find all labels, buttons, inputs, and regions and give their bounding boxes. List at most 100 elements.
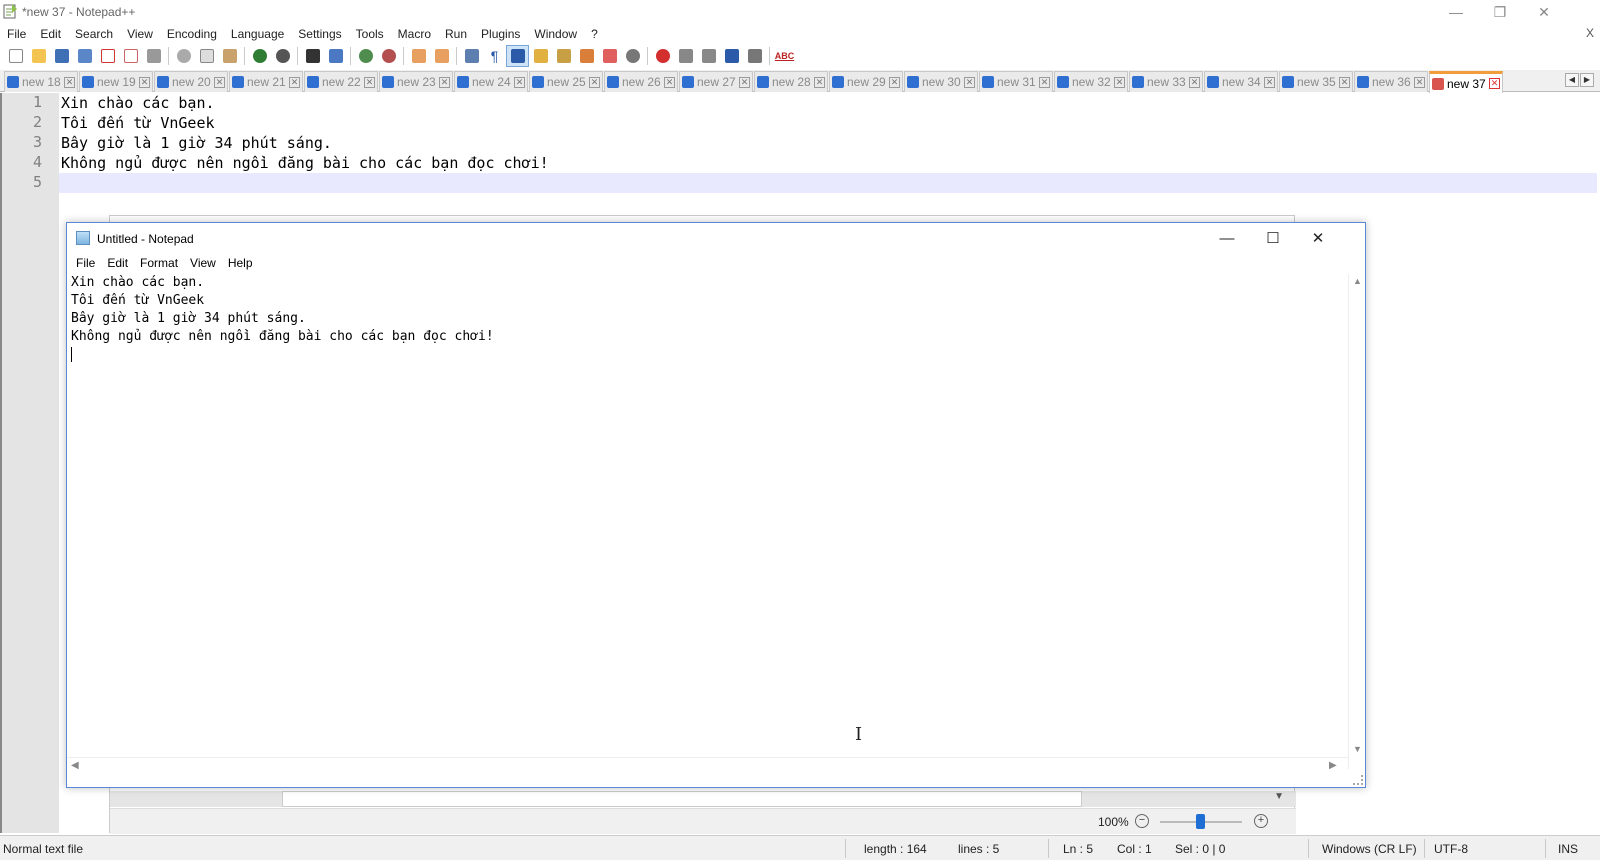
monitoring-button[interactable] [598, 45, 621, 67]
copy-button[interactable] [195, 45, 218, 67]
tab-close-icon[interactable]: ✕ [64, 76, 75, 88]
save-all-button[interactable] [73, 45, 96, 67]
macro-run-multiple-button[interactable] [720, 45, 743, 67]
sync-horizontal-button[interactable] [430, 45, 453, 67]
tab-scroll-right-button[interactable]: ▶ [1580, 73, 1594, 87]
tab-new-21[interactable]: new 21 ✕ [229, 71, 303, 92]
tab-close-icon[interactable]: ✕ [214, 76, 225, 88]
resize-grip[interactable] [1353, 775, 1363, 785]
macro-stop-button[interactable] [674, 45, 697, 67]
notepad-menu-edit[interactable]: Edit [101, 256, 134, 270]
encoding[interactable]: UTF-8 [1434, 842, 1468, 856]
tab-new-27[interactable]: new 27 ✕ [679, 71, 753, 92]
notepad-menu-help[interactable]: Help [222, 256, 259, 270]
notepad-menu-format[interactable]: Format [134, 256, 184, 270]
tab-close-icon[interactable]: ✕ [289, 76, 300, 88]
zoom-out-icon[interactable]: − [1135, 814, 1149, 828]
insert-mode[interactable]: INS [1558, 842, 1578, 856]
tab-new-37[interactable]: new 37 ✕ [1429, 71, 1503, 93]
tab-close-icon[interactable]: ✕ [964, 76, 975, 88]
zoom-slider-thumb[interactable] [1196, 814, 1205, 829]
tab-close-icon[interactable]: ✕ [1114, 76, 1125, 88]
tab-close-icon[interactable]: ✕ [739, 76, 750, 88]
tab-close-icon[interactable]: ✕ [1414, 76, 1425, 88]
redo-button[interactable] [271, 45, 294, 67]
tab-new-28[interactable]: new 28 ✕ [754, 71, 828, 92]
menu-tools[interactable]: Tools [349, 24, 391, 44]
tab-new-33[interactable]: new 33 ✕ [1129, 71, 1203, 92]
tab-close-icon[interactable]: ✕ [1039, 76, 1050, 88]
notepad-menu-view[interactable]: View [184, 256, 222, 270]
tab-close-icon[interactable]: ✕ [1189, 76, 1200, 88]
menu-run[interactable]: Run [438, 24, 474, 44]
find-button[interactable] [301, 45, 324, 67]
tab-close-icon[interactable]: ✕ [589, 76, 600, 88]
tab-new-31[interactable]: new 31 ✕ [979, 71, 1053, 92]
tab-new-29[interactable]: new 29 ✕ [829, 71, 903, 92]
tab-close-icon[interactable]: ✕ [889, 76, 900, 88]
menu-help[interactable]: ? [584, 24, 605, 44]
tab-close-icon[interactable]: ✕ [364, 76, 375, 88]
menu-macro[interactable]: Macro [391, 24, 438, 44]
tab-close-icon[interactable]: ✕ [1339, 76, 1350, 88]
notepad-minimize-button[interactable]: — [1204, 223, 1250, 253]
document-close-button[interactable]: X [1586, 26, 1594, 40]
scroll-thumb[interactable] [282, 791, 1082, 807]
menu-plugins[interactable]: Plugins [474, 24, 527, 44]
zoom-in-icon[interactable]: + [1254, 814, 1268, 828]
macro-record-button[interactable] [651, 45, 674, 67]
zoom-out-button[interactable] [377, 45, 400, 67]
macro-play-button[interactable] [697, 45, 720, 67]
spell-check-button[interactable]: ABC [773, 45, 796, 67]
tab-close-icon[interactable]: ✕ [439, 76, 450, 88]
notepad-menu-file[interactable]: File [70, 256, 101, 270]
menu-file[interactable]: File [0, 24, 33, 44]
record-eye-button[interactable] [621, 45, 644, 67]
close-all-button[interactable] [119, 45, 142, 67]
tab-close-icon[interactable]: ✕ [514, 76, 525, 88]
print-button[interactable] [142, 45, 165, 67]
restore-button[interactable]: ❐ [1478, 0, 1522, 24]
folder-workspace-button[interactable] [575, 45, 598, 67]
tab-new-26[interactable]: new 26 ✕ [604, 71, 678, 92]
scroll-up-icon[interactable]: ▲ [1353, 276, 1362, 286]
tab-new-20[interactable]: new 20 ✕ [154, 71, 228, 92]
tab-scroll-left-button[interactable]: ◀ [1565, 73, 1579, 87]
scroll-left-icon[interactable]: ◀ [71, 760, 79, 771]
notepad-close-button[interactable]: ✕ [1295, 223, 1341, 253]
tab-new-35[interactable]: new 35 ✕ [1279, 71, 1353, 92]
minimize-button[interactable]: — [1434, 0, 1478, 24]
save-button[interactable] [50, 45, 73, 67]
scroll-right-icon[interactable]: ▶ [1329, 760, 1337, 771]
notepad-vscrollbar[interactable]: ▲ ▼ [1348, 274, 1365, 769]
indent-guide-button[interactable] [506, 45, 529, 67]
zoom-in-button[interactable] [354, 45, 377, 67]
new-file-button[interactable] [4, 45, 27, 67]
menu-search[interactable]: Search [68, 24, 120, 44]
tab-close-icon[interactable]: ✕ [814, 76, 825, 88]
tab-new-23[interactable]: new 23 ✕ [379, 71, 453, 92]
chevron-down-icon[interactable]: ▼ [1274, 791, 1284, 802]
show-all-chars-button[interactable]: ¶ [483, 45, 506, 67]
menu-settings[interactable]: Settings [291, 24, 348, 44]
open-file-button[interactable] [27, 45, 50, 67]
menu-edit[interactable]: Edit [33, 24, 68, 44]
tab-new-30[interactable]: new 30 ✕ [904, 71, 978, 92]
function-list-button[interactable] [552, 45, 575, 67]
scroll-down-icon[interactable]: ▼ [1353, 744, 1362, 754]
paste-button[interactable] [218, 45, 241, 67]
cut-button[interactable] [172, 45, 195, 67]
tab-close-icon[interactable]: ✕ [1489, 78, 1500, 89]
menu-view[interactable]: View [120, 24, 160, 44]
tab-new-24[interactable]: new 24 ✕ [454, 71, 528, 92]
tab-new-36[interactable]: new 36 ✕ [1354, 71, 1428, 92]
close-file-button[interactable] [96, 45, 119, 67]
close-button[interactable]: ✕ [1522, 0, 1566, 24]
macro-save-button[interactable] [743, 45, 766, 67]
menu-language[interactable]: Language [224, 24, 291, 44]
eol-format[interactable]: Windows (CR LF) [1322, 842, 1417, 856]
menu-window[interactable]: Window [527, 24, 584, 44]
sync-vertical-button[interactable] [407, 45, 430, 67]
word-wrap-button[interactable] [460, 45, 483, 67]
tab-new-19[interactable]: new 19 ✕ [79, 71, 153, 92]
